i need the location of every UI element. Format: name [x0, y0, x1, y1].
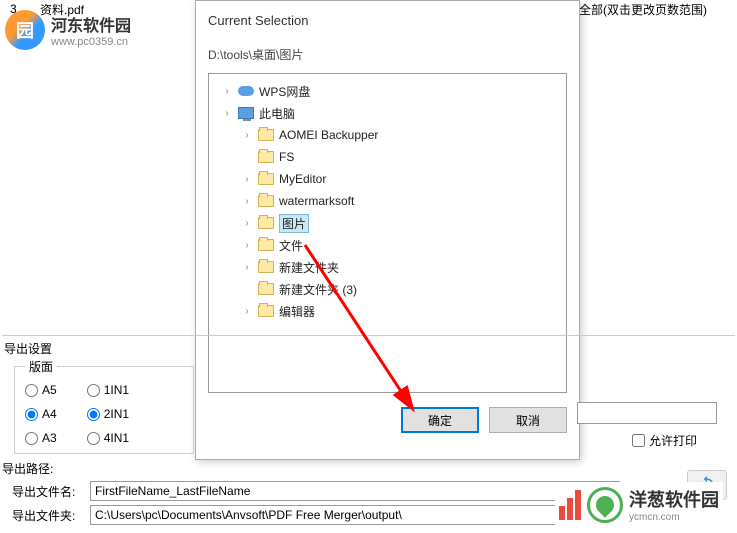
- tree-item[interactable]: › MyEditor: [213, 168, 562, 190]
- allow-print-checkbox[interactable]: 允许打印: [632, 432, 697, 449]
- logo-icon: 园: [5, 10, 45, 50]
- logo2-bars-icon: [559, 490, 581, 520]
- tree-item[interactable]: › 图片: [213, 212, 562, 234]
- export-settings-section: 导出设置 版面 A5A4A31IN12IN14IN1: [2, 335, 735, 361]
- expander-icon[interactable]: ›: [241, 218, 253, 229]
- radio-input[interactable]: [87, 384, 100, 397]
- expander-icon[interactable]: ›: [241, 262, 253, 273]
- side-input[interactable]: [577, 402, 717, 424]
- folder-icon: [257, 259, 275, 275]
- tree-item-label: 文件: [279, 237, 303, 254]
- folder-icon: [257, 281, 275, 297]
- tree-item-label: 编辑器: [279, 303, 315, 320]
- radio-2in1[interactable]: 2IN1: [87, 407, 129, 421]
- ok-button[interactable]: 确定: [401, 407, 479, 433]
- logo-url: www.pc0359.cn: [51, 36, 131, 48]
- tree-item[interactable]: › watermarksoft: [213, 190, 562, 212]
- cancel-button[interactable]: 取消: [489, 407, 567, 433]
- radio-a5[interactable]: A5: [25, 383, 57, 397]
- expander-icon[interactable]: ›: [241, 130, 253, 141]
- radio-input[interactable]: [87, 408, 100, 421]
- radio-4in1[interactable]: 4IN1: [87, 431, 129, 445]
- tree-item-label: 新建文件夹 (3): [279, 281, 357, 298]
- radio-a4[interactable]: A4: [25, 407, 57, 421]
- radio-input[interactable]: [25, 408, 38, 421]
- folder-icon: [257, 193, 275, 209]
- export-filename-input[interactable]: [90, 481, 620, 501]
- expander-icon[interactable]: ›: [221, 86, 233, 97]
- tree-item-label: AOMEI Backupper: [279, 128, 378, 142]
- tree-item-label: FS: [279, 150, 294, 164]
- tree-item[interactable]: › 新建文件夹: [213, 256, 562, 278]
- expander-icon[interactable]: ›: [241, 240, 253, 251]
- export-path-title: 导出路径:: [2, 460, 620, 477]
- expander-icon[interactable]: ›: [221, 108, 233, 119]
- folder-icon: [257, 303, 275, 319]
- radio-1in1[interactable]: 1IN1: [87, 383, 129, 397]
- row-page-range[interactable]: 全部(双击更改页数范围): [579, 1, 707, 18]
- tree-item[interactable]: › AOMEI Backupper: [213, 124, 562, 146]
- folder-icon: [257, 237, 275, 253]
- tree-item[interactable]: › 编辑器: [213, 300, 562, 322]
- tree-item-label: MyEditor: [279, 172, 326, 186]
- tree-item[interactable]: › 文件: [213, 234, 562, 256]
- tree-item-label: watermarksoft: [279, 194, 354, 208]
- radio-a3[interactable]: A3: [25, 431, 57, 445]
- tree-item-label: 此电脑: [259, 105, 295, 122]
- tree-item[interactable]: FS: [213, 146, 562, 168]
- pc-icon: [237, 105, 255, 121]
- layout-legend: 版面: [25, 358, 57, 375]
- logo2-url: ycmcn.com: [629, 512, 719, 523]
- expander-icon[interactable]: ›: [241, 306, 253, 317]
- tree-item-label: 图片: [279, 214, 309, 233]
- dialog-title: Current Selection: [208, 13, 567, 28]
- expander-icon[interactable]: ›: [241, 174, 253, 185]
- current-path: D:\tools\桌面\图片: [208, 46, 567, 63]
- folder-icon: [257, 149, 275, 165]
- watermark-logo-yangcong: 洋葱软件园 ycmcn.com: [555, 482, 723, 527]
- logo-title: 河东软件园: [51, 12, 131, 36]
- tree-item-label: 新建文件夹: [279, 259, 339, 276]
- allow-print-input[interactable]: [632, 434, 645, 447]
- watermark-logo-hedong: 园 河东软件园 www.pc0359.cn: [5, 10, 131, 50]
- logo2-title: 洋葱软件园: [629, 486, 719, 512]
- export-folder-input[interactable]: [90, 505, 620, 525]
- radio-input[interactable]: [87, 432, 100, 445]
- tree-item[interactable]: 新建文件夹 (3): [213, 278, 562, 300]
- logo2-icon: [587, 487, 623, 523]
- radio-input[interactable]: [25, 384, 38, 397]
- folder-label: 导出文件夹:: [2, 507, 82, 524]
- cloud-icon: [237, 83, 255, 99]
- radio-input[interactable]: [25, 432, 38, 445]
- tree-item[interactable]: › WPS网盘: [213, 80, 562, 102]
- folder-icon: [257, 127, 275, 143]
- layout-fieldset: 版面 A5 A4 A3 1IN1 2IN1 4IN1: [14, 358, 194, 454]
- tree-item[interactable]: › 此电脑: [213, 102, 562, 124]
- filename-label: 导出文件名:: [2, 483, 82, 500]
- export-path-section: 导出路径: 导出文件名: 导出文件夹:: [2, 460, 620, 525]
- tree-item-label: WPS网盘: [259, 83, 310, 100]
- expander-icon[interactable]: ›: [241, 196, 253, 207]
- folder-icon: [257, 215, 275, 231]
- folder-browse-dialog: Current Selection D:\tools\桌面\图片 ›WPS网盘›…: [195, 0, 580, 460]
- folder-icon: [257, 171, 275, 187]
